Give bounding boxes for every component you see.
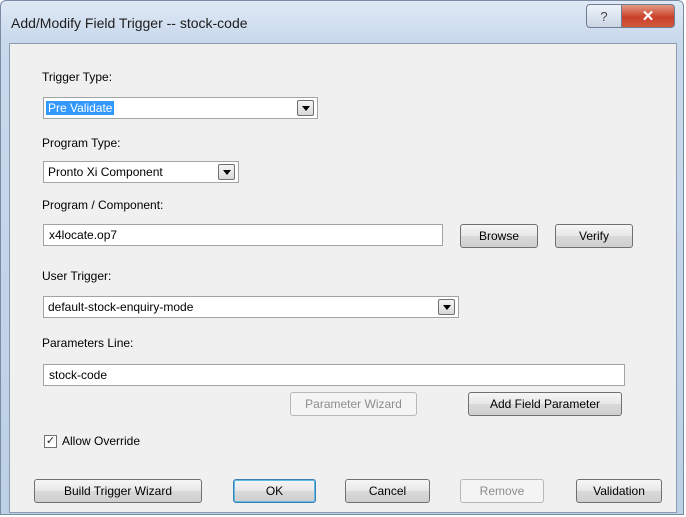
allow-override-label[interactable]: Allow Override xyxy=(62,434,140,448)
dialog-window: Add/Modify Field Trigger -- stock-code ?… xyxy=(0,0,684,515)
help-icon: ? xyxy=(600,8,608,24)
program-type-label: Program Type: xyxy=(42,136,121,150)
ok-button[interactable]: OK xyxy=(233,479,316,503)
program-component-input[interactable]: x4locate.op7 xyxy=(43,224,443,246)
user-trigger-label: User Trigger: xyxy=(42,269,112,283)
window-title: Add/Modify Field Trigger -- stock-code xyxy=(11,15,248,31)
title-bar[interactable]: Add/Modify Field Trigger -- stock-code ?… xyxy=(1,1,683,43)
parameter-wizard-button[interactable]: Parameter Wizard xyxy=(290,392,417,416)
chevron-down-icon[interactable] xyxy=(297,100,314,116)
user-trigger-value: default-stock-enquiry-mode xyxy=(48,300,194,314)
allow-override-checkbox[interactable]: ✓ xyxy=(44,435,57,448)
program-type-select[interactable]: Pronto Xi Component xyxy=(43,161,239,183)
verify-button[interactable]: Verify xyxy=(555,224,633,248)
add-field-parameter-button[interactable]: Add Field Parameter xyxy=(468,392,622,416)
checkmark-icon: ✓ xyxy=(45,435,56,447)
chevron-down-icon[interactable] xyxy=(218,164,235,180)
parameters-line-input[interactable]: stock-code xyxy=(43,364,625,386)
help-button[interactable]: ? xyxy=(586,4,622,28)
parameters-line-label: Parameters Line: xyxy=(42,336,134,350)
cancel-button[interactable]: Cancel xyxy=(345,479,430,503)
chevron-down-icon[interactable] xyxy=(438,299,455,315)
program-type-value: Pronto Xi Component xyxy=(48,165,163,179)
trigger-type-value: Pre Validate xyxy=(46,101,115,115)
trigger-type-label: Trigger Type: xyxy=(42,70,113,84)
remove-button[interactable]: Remove xyxy=(460,479,544,503)
close-button[interactable]: ✕ xyxy=(621,4,675,28)
browse-button[interactable]: Browse xyxy=(460,224,538,248)
close-icon: ✕ xyxy=(641,8,655,25)
build-trigger-wizard-button[interactable]: Build Trigger Wizard xyxy=(34,479,202,503)
trigger-type-select[interactable]: Pre Validate xyxy=(43,97,318,119)
dialog-body: Trigger Type: Pre Validate Program Type:… xyxy=(9,43,677,513)
validation-button[interactable]: Validation xyxy=(576,479,662,503)
program-component-label: Program / Component: xyxy=(42,198,164,212)
user-trigger-select[interactable]: default-stock-enquiry-mode xyxy=(43,296,459,318)
